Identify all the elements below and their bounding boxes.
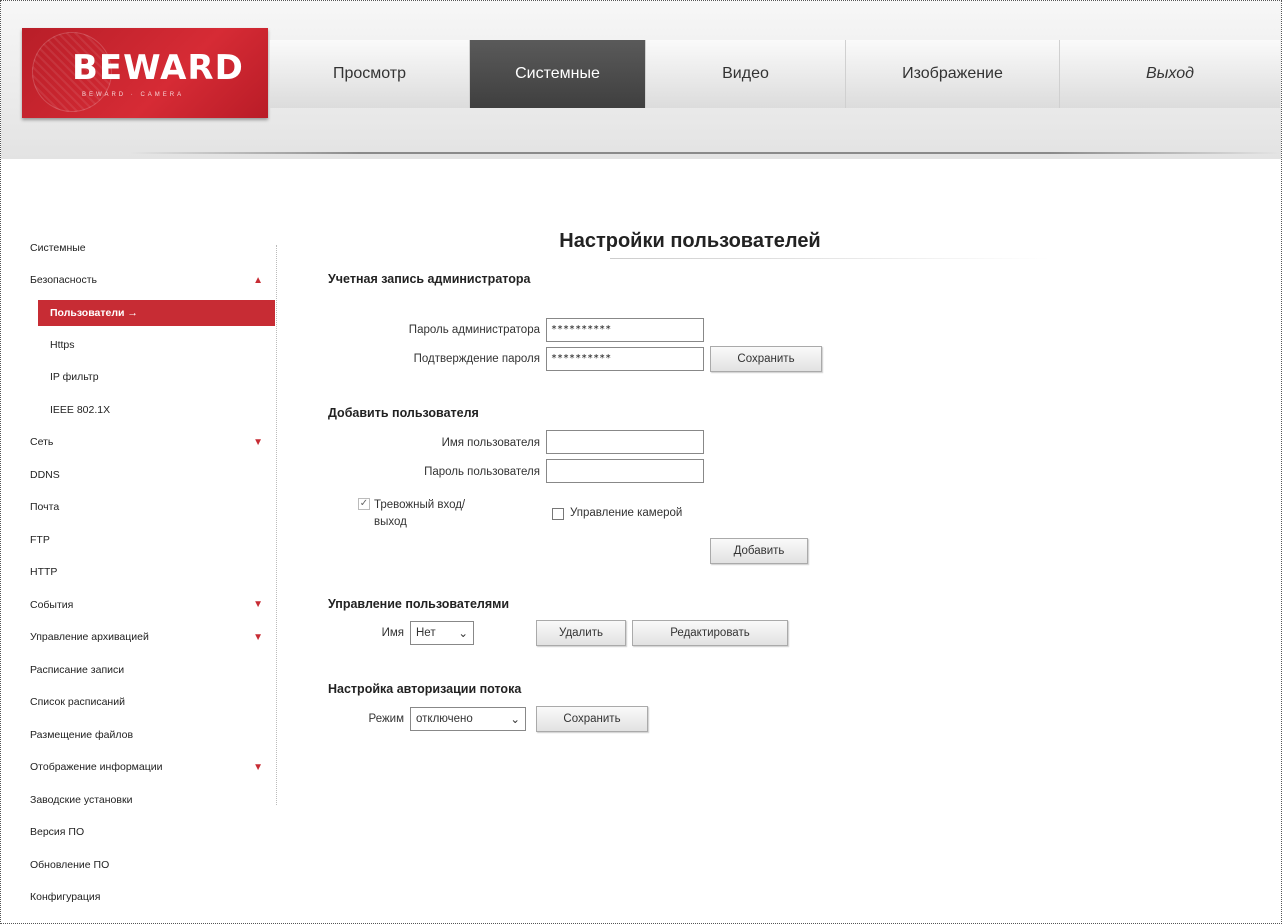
alarm-io-label: Тревожный вход/выход [374,499,466,528]
sidebar: Системные Безопасность ▲ Пользователи → H… [30,232,275,914]
admin-password-input[interactable]: ********** [546,318,704,342]
sidebar-item-https[interactable]: Https [30,329,275,362]
chevron-down-icon: ⌄ [458,628,468,640]
user-password-label: Пароль пользователя [424,466,540,478]
sidebar-item-file-location[interactable]: Размещение файлов [30,719,275,752]
sidebar-item-ddns[interactable]: DDNS [30,459,275,492]
sidebar-item-info-display[interactable]: Отображение информации ▼ [30,752,275,785]
caret-down-icon: ▼ [253,761,263,773]
user-name-label: Имя [381,627,404,639]
add-user-button[interactable]: Добавить [710,538,808,564]
caret-down-icon: ▼ [253,599,263,611]
sidebar-item-events[interactable]: События ▼ [30,589,275,622]
nav-system[interactable]: Системные [470,40,646,108]
nav-view[interactable]: Просмотр [270,40,470,108]
caret-down-icon: ▼ [253,436,263,448]
ptz-control-label: Управление камерой [570,507,683,519]
sidebar-item-archive[interactable]: Управление архивацией ▼ [30,622,275,655]
admin-confirm-input[interactable]: ********** [546,347,704,371]
chevron-down-icon: ⌄ [510,714,520,726]
sidebar-item-users[interactable]: Пользователи → [38,300,275,326]
page-title: Настройки пользователей [559,230,821,252]
title-divider [610,258,1050,259]
sidebar-divider [276,245,277,805]
username-label: Имя пользователя [441,437,540,449]
sidebar-item-ip-filter[interactable]: IP фильтр [30,362,275,395]
sidebar-item-record-schedule[interactable]: Расписание записи [30,654,275,687]
stream-save-button[interactable]: Сохранить [536,706,648,732]
sidebar-item-ieee[interactable]: IEEE 802.1X [30,394,275,427]
caret-up-icon: ▲ [253,274,263,286]
caret-down-icon: ▼ [253,631,263,643]
top-nav: Просмотр Системные Видео Изображение Вых… [270,40,1280,108]
sidebar-item-network[interactable]: Сеть ▼ [30,427,275,460]
manage-users-section-title: Управление пользователями [328,597,510,611]
admin-password-label: Пароль администратора [408,324,540,336]
header-divider [130,152,1280,154]
admin-section-title: Учетная запись администратора [328,272,531,286]
nav-image[interactable]: Изображение [846,40,1060,108]
admin-confirm-label: Подтверждение пароля [413,353,540,365]
sidebar-item-schedule-list[interactable]: Список расписаний [30,687,275,720]
sidebar-item-http[interactable]: HTTP [30,557,275,590]
sidebar-item-security[interactable]: Безопасность ▲ [30,265,275,298]
sidebar-item-firmware-version[interactable]: Версия ПО [30,817,275,850]
ptz-control-checkbox[interactable] [552,508,564,520]
stream-mode-label: Режим [368,713,404,725]
sidebar-item-mail[interactable]: Почта [30,492,275,525]
nav-logout[interactable]: Выход [1060,40,1280,108]
sidebar-item-factory-defaults[interactable]: Заводские установки [30,784,275,817]
beward-logo: BEWARD BEWARD · CAMERA [22,28,268,118]
stream-auth-section-title: Настройка авторизации потока [328,682,522,696]
admin-save-button[interactable]: Сохранить [710,346,822,372]
delete-user-button[interactable]: Удалить [536,620,626,646]
sidebar-item-configuration[interactable]: Конфигурация [30,882,275,915]
user-password-input[interactable] [546,459,704,483]
logo-subtext: BEWARD · CAMERA [82,92,185,98]
user-name-select[interactable]: Нет ⌄ [410,621,474,645]
sidebar-item-system[interactable]: Системные [30,232,275,265]
stream-mode-select[interactable]: отключено ⌄ [410,707,526,731]
logo-text: BEWARD [72,48,244,88]
username-input[interactable] [546,430,704,454]
sidebar-item-firmware-update[interactable]: Обновление ПО [30,849,275,882]
add-user-section-title: Добавить пользователя [328,406,479,420]
sidebar-item-ftp[interactable]: FTP [30,524,275,557]
nav-video[interactable]: Видео [646,40,846,108]
edit-user-button[interactable]: Редактировать [632,620,788,646]
